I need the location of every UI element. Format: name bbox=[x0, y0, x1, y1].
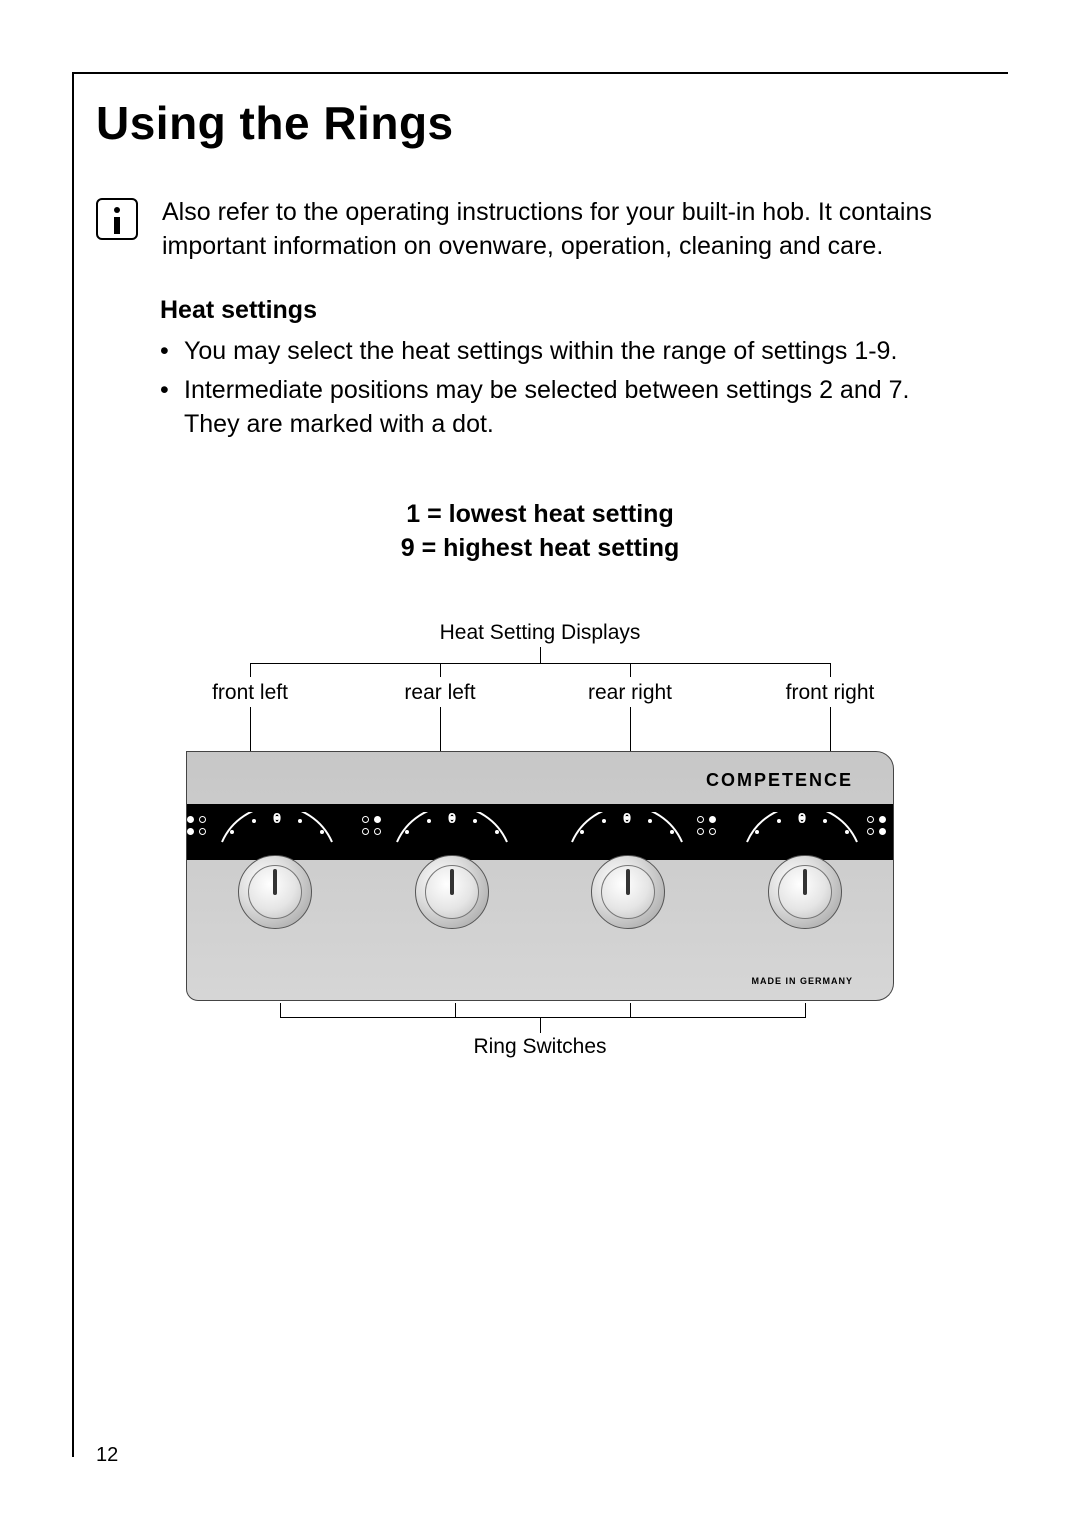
ring-switch-knob[interactable] bbox=[591, 855, 665, 929]
pos-label-front-left: front left bbox=[212, 681, 288, 705]
connector-line bbox=[250, 663, 830, 664]
pos-label-front-right: front right bbox=[786, 681, 875, 705]
burner-indicator-icon bbox=[697, 816, 721, 840]
zero-label: 0 bbox=[623, 810, 631, 827]
connector-line bbox=[540, 1017, 541, 1033]
page: Using the Rings Also refer to the operat… bbox=[0, 0, 1080, 1529]
connector-line bbox=[805, 1003, 806, 1017]
connector-line bbox=[440, 707, 441, 751]
connector-line bbox=[540, 647, 541, 663]
burner-indicator-icon bbox=[362, 816, 386, 840]
ring-switch-knob[interactable] bbox=[238, 855, 312, 929]
connector-line bbox=[440, 663, 441, 677]
made-in-label: MADE IN GERMANY bbox=[751, 976, 853, 986]
pos-label-rear-right: rear right bbox=[588, 681, 672, 705]
connector-line bbox=[250, 663, 251, 677]
burner-indicator-icon bbox=[867, 816, 891, 840]
connector-line bbox=[630, 1003, 631, 1017]
connector-line bbox=[455, 1003, 456, 1017]
control-panel-diagram: Heat Setting Displays front left rear le… bbox=[190, 621, 890, 1051]
legend-low: 1 = lowest heat setting bbox=[96, 498, 984, 532]
info-block: Also refer to the operating instructions… bbox=[96, 196, 984, 264]
pos-label-rear-left: rear left bbox=[404, 681, 475, 705]
heat-settings-list: You may select the heat settings within … bbox=[160, 335, 984, 442]
list-item: You may select the heat settings within … bbox=[160, 335, 960, 369]
page-number: 12 bbox=[96, 1444, 118, 1467]
connector-line bbox=[630, 663, 631, 677]
legend-high: 9 = highest heat setting bbox=[96, 532, 984, 566]
diagram-label-top: Heat Setting Displays bbox=[440, 621, 641, 645]
connector-line bbox=[280, 1017, 806, 1018]
list-item: Intermediate positions may be selected b… bbox=[160, 374, 960, 442]
burner-indicator-icon bbox=[187, 816, 211, 840]
page-title: Using the Rings bbox=[96, 96, 984, 150]
heat-settings-section: Heat settings You may select the heat se… bbox=[160, 296, 984, 442]
zero-label: 0 bbox=[798, 810, 806, 827]
connector-line bbox=[280, 1003, 281, 1017]
ring-switch-knob[interactable] bbox=[415, 855, 489, 929]
content-area: Using the Rings Also refer to the operat… bbox=[96, 96, 984, 1051]
zero-label: 0 bbox=[273, 810, 281, 827]
zero-label: 0 bbox=[448, 810, 456, 827]
heat-legend: 1 = lowest heat setting 9 = highest heat… bbox=[96, 498, 984, 566]
heat-settings-heading: Heat settings bbox=[160, 296, 984, 325]
connector-line bbox=[830, 663, 831, 677]
ring-switch-knob[interactable] bbox=[768, 855, 842, 929]
info-icon bbox=[96, 198, 138, 240]
connector-line bbox=[830, 707, 831, 751]
brand-label: COMPETENCE bbox=[706, 770, 853, 791]
diagram-label-bottom: Ring Switches bbox=[473, 1035, 606, 1059]
connector-line bbox=[250, 707, 251, 751]
info-paragraph: Also refer to the operating instructions… bbox=[162, 196, 962, 264]
knob-row bbox=[187, 842, 893, 942]
connector-line bbox=[630, 707, 631, 751]
control-panel: COMPETENCE 0 0 bbox=[186, 751, 894, 1001]
